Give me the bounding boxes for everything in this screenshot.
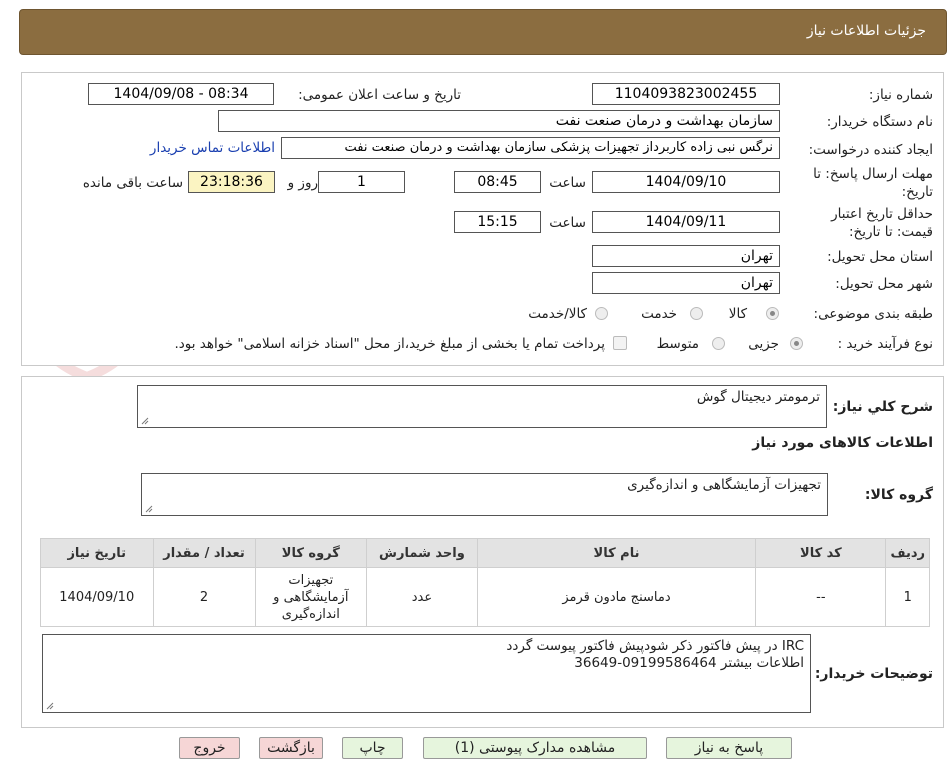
buyer-notes-line-2: اطلاعات بیشتر 09199586464-36649 [574, 655, 804, 671]
summary-textarea: ترمومتر دیجیتال گوش [137, 385, 827, 428]
back-button[interactable]: بازگشت [259, 737, 323, 759]
group-text: تجهیزات آزمایشگاهی و اندازه‌گیری [627, 477, 821, 493]
category-goods-service-label: کالا/خدمت [528, 306, 587, 322]
category-goods-service-radio[interactable] [595, 307, 608, 320]
requester-field: نرگس نبی زاده کاربرداز تجهیزات پزشکی ساز… [281, 137, 780, 159]
table-row: 1 -- دماسنج مادون قرمز عدد تجهیزات آزمای… [40, 567, 930, 627]
deadline-date-field: 1404/09/10 [592, 171, 780, 193]
announce-date-field: 1404/09/08 - 08:34 [88, 83, 274, 105]
need-number-field: 1104093823002455 [592, 83, 780, 105]
validity-date-field: 1404/09/11 [592, 211, 780, 233]
view-attachments-button[interactable]: مشاهده مدارک پیوستی (1) [423, 737, 647, 759]
category-service-radio[interactable] [690, 307, 703, 320]
validity-label: حداقل تاریخ اعتبار [831, 206, 933, 222]
exit-button[interactable]: خروج [179, 737, 240, 759]
deadline-label: مهلت ارسال پاسخ: تا [813, 166, 933, 182]
resize-grip-icon[interactable] [145, 505, 153, 513]
process-minor-radio[interactable] [790, 337, 803, 350]
resize-grip-icon[interactable] [141, 417, 149, 425]
process-medium-label: متوسط [656, 336, 699, 352]
print-button[interactable]: چاپ [342, 737, 403, 759]
page-header: جزئیات اطلاعات نیاز [19, 9, 947, 55]
deadline-time-label: ساعت [549, 175, 586, 191]
buyer-notes-textarea: IRC در پیش فاکتور ذکر شودپیش فاکتور پیوس… [42, 634, 811, 713]
cell-need-date: 1404/09/10 [40, 567, 154, 627]
buyer-org-field: سازمان بهداشت و درمان صنعت نفت [218, 110, 780, 132]
summary-text: ترمومتر دیجیتال گوش [696, 389, 820, 405]
buyer-notes-line-1: IRC در پیش فاکتور ذکر شودپیش فاکتور پیوس… [506, 638, 804, 654]
col-need-date: تاریخ نیاز [40, 538, 154, 568]
deadline-time-field: 08:45 [454, 171, 541, 193]
col-unit: واحد شمارش [366, 538, 478, 568]
category-label: طبقه بندی موضوعی: [813, 306, 933, 322]
col-name: نام کالا [476, 538, 757, 568]
col-code: کد کالا [755, 538, 887, 568]
buyer-contact-link[interactable]: اطلاعات تماس خریدار [150, 140, 275, 156]
items-heading: اطلاعات کالاهای مورد نیاز [752, 435, 933, 451]
cell-group: تجهیزات آزمایشگاهی و اندازه‌گیری [254, 567, 368, 627]
buyer-org-label: نام دستگاه خریدار: [826, 114, 933, 130]
requester-label: ایجاد کننده درخواست: [808, 142, 933, 158]
process-type-label: نوع فرآیند خرید : [837, 336, 933, 352]
cell-quantity: 2 [152, 567, 256, 627]
deadline-label-2: تاریخ: [901, 184, 933, 200]
city-label: شهر محل تحویل: [835, 276, 933, 292]
buyer-notes-label: توضیحات خریدار: [814, 666, 933, 682]
days-label: روز و [287, 175, 318, 191]
process-minor-label: جزیی [748, 336, 779, 352]
remaining-label: ساعت باقی مانده [82, 175, 183, 191]
city-field: تهران [592, 272, 780, 294]
category-goods-label: کالا [728, 306, 747, 322]
need-number-label: شماره نیاز: [868, 87, 933, 103]
category-goods-radio[interactable] [766, 307, 779, 320]
treasury-payment-note: پرداخت تمام یا بخشی از مبلغ خرید،از محل … [174, 336, 605, 352]
cell-unit: عدد [366, 567, 478, 627]
reply-button[interactable]: پاسخ به نیاز [666, 737, 792, 759]
validity-time-label: ساعت [549, 215, 586, 231]
items-table: ردیف کد کالا نام کالا واحد شمارش گروه کا… [40, 538, 930, 627]
cell-code: -- [755, 567, 887, 627]
province-label: استان محل تحویل: [827, 249, 933, 265]
process-medium-radio[interactable] [712, 337, 725, 350]
validity-time-field: 15:15 [454, 211, 541, 233]
page-title: جزئیات اطلاعات نیاز [806, 23, 926, 39]
category-service-label: خدمت [641, 306, 677, 322]
province-field: تهران [592, 245, 780, 267]
cell-row: 1 [885, 567, 930, 627]
summary-label: شرح کلي نياز: [832, 399, 933, 415]
validity-label-2: قیمت: تا تاریخ: [849, 224, 933, 240]
group-label: گروه کالا: [864, 487, 933, 503]
treasury-payment-checkbox[interactable] [613, 336, 627, 350]
col-group: گروه کالا [254, 538, 368, 568]
col-row: ردیف [885, 538, 930, 568]
table-header-row: ردیف کد کالا نام کالا واحد شمارش گروه کا… [40, 538, 930, 568]
remaining-time-field: 23:18:36 [188, 171, 275, 193]
resize-grip-icon[interactable] [46, 702, 54, 710]
days-remaining-field: 1 [318, 171, 405, 193]
group-textarea: تجهیزات آزمایشگاهی و اندازه‌گیری [141, 473, 828, 516]
announce-date-label: تاریخ و ساعت اعلان عمومی: [298, 87, 461, 103]
cell-name: دماسنج مادون قرمز [476, 567, 757, 627]
col-quantity: تعداد / مقدار [152, 538, 256, 568]
